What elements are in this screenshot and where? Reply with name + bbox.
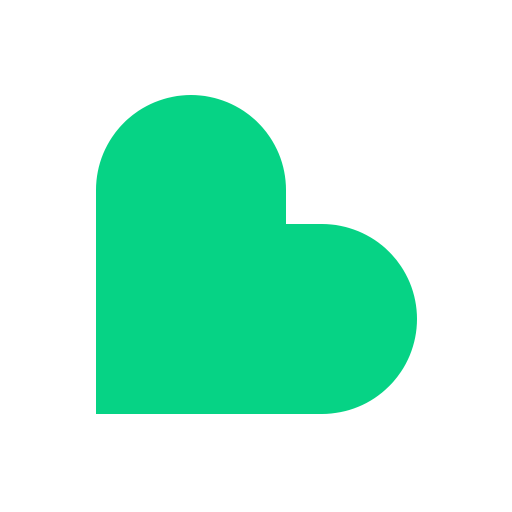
b-heart-logo-icon — [96, 95, 417, 414]
app-icon-canvas — [0, 0, 512, 512]
logo-shape — [96, 95, 417, 414]
